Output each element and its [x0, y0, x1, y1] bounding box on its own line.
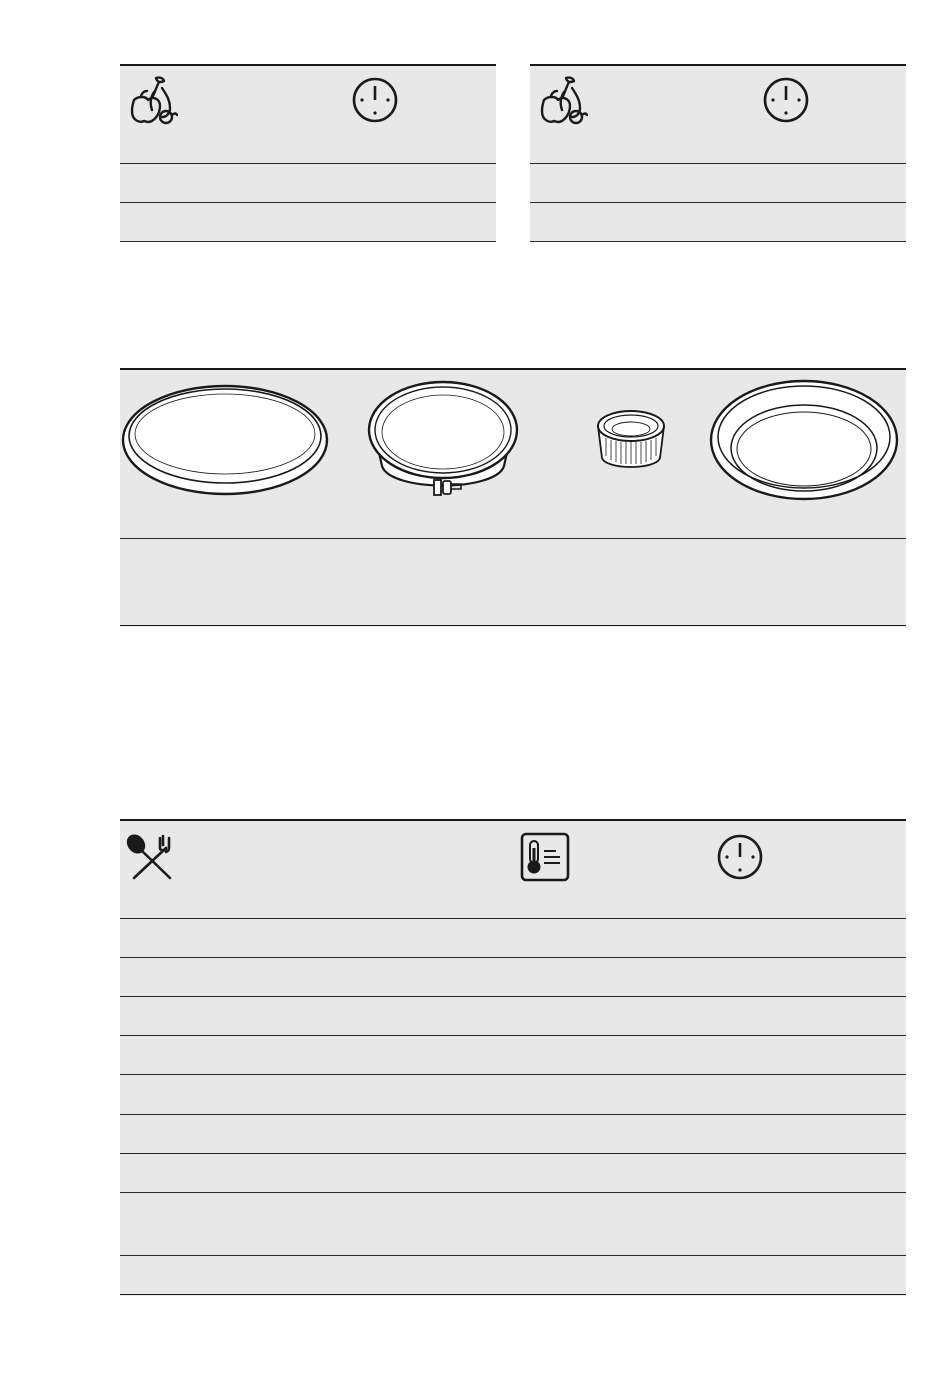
- ramekin-icon: [594, 408, 668, 470]
- table-row: [120, 164, 496, 203]
- fruit-icon: [128, 74, 178, 126]
- table-header: [530, 66, 906, 164]
- table-row: [120, 1154, 906, 1193]
- fruit-icon: [538, 74, 588, 126]
- bakeware-image-row: [120, 370, 906, 539]
- pie-dish-icon: [708, 378, 900, 504]
- drying-table-left: [120, 64, 496, 242]
- flan-tin-icon: [120, 384, 330, 500]
- table-row: [120, 1193, 906, 1256]
- table-row: [120, 919, 906, 958]
- table-row: [120, 958, 906, 997]
- cooking-table: [120, 819, 906, 1296]
- table-row: [120, 997, 906, 1036]
- table-header: [120, 821, 906, 919]
- clock-icon: [762, 76, 810, 124]
- table-header: [120, 66, 496, 164]
- table-row: [120, 1075, 906, 1115]
- bakeware-caption-row: [120, 539, 906, 626]
- table-row: [120, 203, 496, 242]
- clock-icon: [351, 76, 399, 124]
- table-row: [530, 164, 906, 203]
- table-row: [530, 203, 906, 242]
- bakeware-table: [120, 368, 906, 627]
- cutlery-icon: [126, 834, 176, 880]
- table-row: [120, 1115, 906, 1154]
- table-row: [120, 1036, 906, 1075]
- clock-icon: [716, 833, 764, 881]
- drying-table-right: [530, 64, 906, 242]
- springform-tin-icon: [366, 380, 520, 504]
- table-row: [120, 1256, 906, 1295]
- thermometer-icon: [520, 832, 570, 882]
